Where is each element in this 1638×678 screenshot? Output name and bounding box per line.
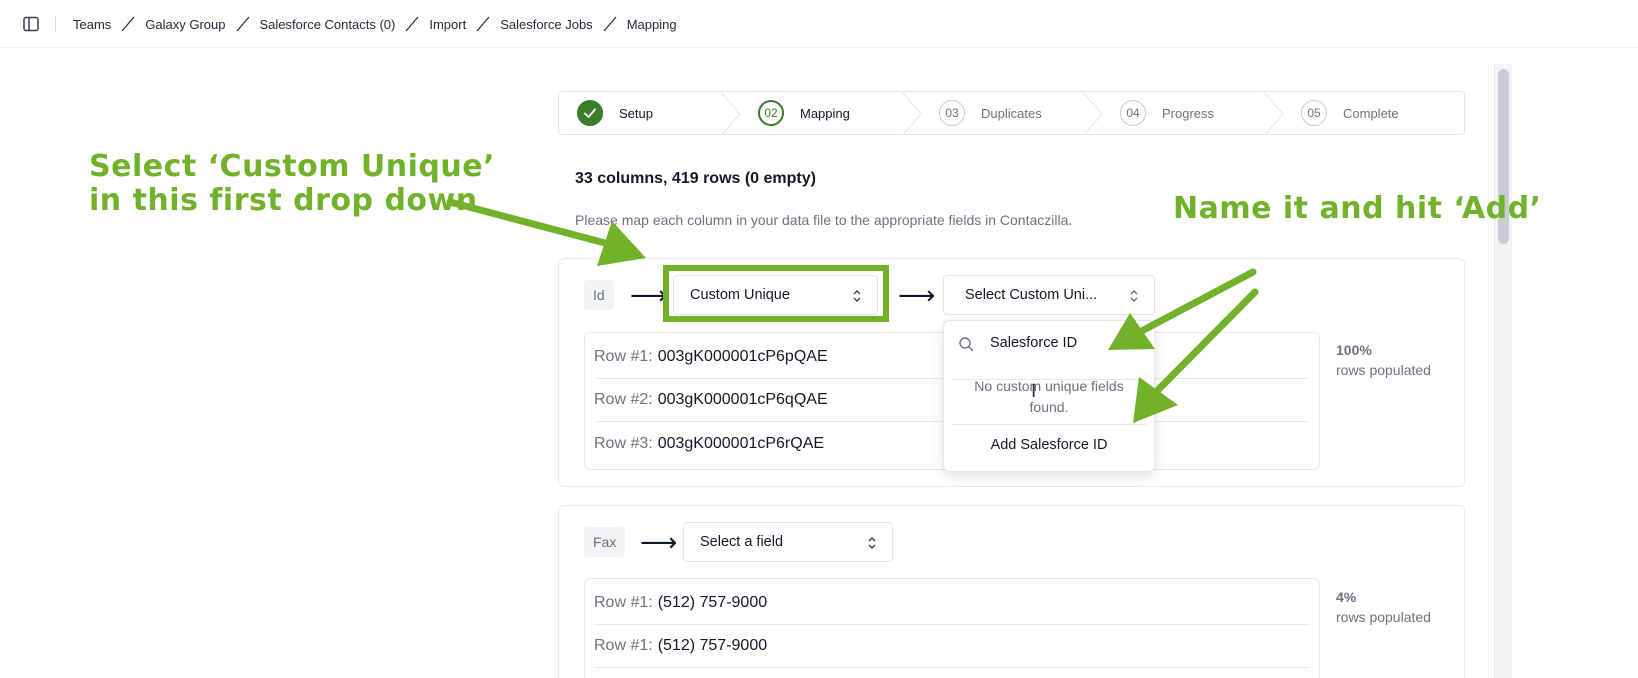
text-cursor-icon: I: [1031, 381, 1037, 402]
breadcrumb-salesforce-contacts[interactable]: Salesforce Contacts (0): [260, 17, 396, 32]
column-name-tag: Fax: [584, 527, 626, 557]
select-value: Select a field: [700, 534, 784, 550]
annotation-left: Select ‘Custom Unique’ in this first dro…: [89, 149, 496, 218]
sample-row: Row #1: (512) 757-9000: [594, 625, 1310, 668]
select-value: Select Custom Uni...: [965, 287, 1098, 303]
empty-message: No custom unique fields found.: [974, 378, 1124, 415]
field-type-select[interactable]: Select a field: [683, 522, 893, 562]
step-mapping[interactable]: 02 Mapping: [740, 92, 922, 134]
arrow-right-icon: ⟶: [640, 527, 678, 557]
step-duplicates[interactable]: 03 Duplicates: [921, 92, 1103, 134]
slash-icon: [466, 14, 500, 34]
import-stepper: Setup 02 Mapping 03 Duplicates 04 Progre…: [558, 91, 1465, 135]
slash-icon: [593, 14, 627, 34]
search-icon: [959, 337, 974, 352]
slash-icon: [395, 14, 429, 34]
top-bar: Teams Galaxy Group Salesforce Contacts (…: [0, 0, 1638, 48]
step-number: 04: [1120, 100, 1146, 126]
annotation-right: Name it and hit ‘Add’: [1173, 191, 1542, 226]
mapping-instructions: Please map each column in your data file…: [575, 212, 1073, 228]
breadcrumb-teams[interactable]: Teams: [73, 17, 111, 32]
chevron-right-icon: [1082, 92, 1103, 134]
divider: [952, 424, 1146, 425]
step-progress[interactable]: 04 Progress: [1102, 92, 1284, 134]
step-number: 02: [758, 100, 784, 126]
chevron-right-icon: [1263, 92, 1284, 134]
step-label: Mapping: [800, 105, 850, 121]
highlight-box: [663, 265, 889, 322]
slash-icon: [111, 14, 145, 34]
column-name-tag: Id: [584, 280, 614, 310]
search-input[interactable]: [990, 329, 1140, 357]
chevron-right-icon: [720, 92, 741, 134]
chevron-up-down-icon: [866, 535, 878, 551]
arrow-right-icon: ⟶: [630, 280, 668, 310]
breadcrumb-mapping: Mapping: [626, 16, 677, 32]
step-label: Complete: [1343, 105, 1399, 121]
custom-unique-dropdown: No custom unique fields found. Add Sales…: [943, 320, 1155, 472]
populated-stat: 4% rows populated: [1336, 589, 1431, 625]
sidebar-toggle-icon[interactable]: [22, 15, 40, 33]
step-label: Setup: [619, 105, 653, 121]
divider: [55, 16, 56, 32]
arrow-right-icon: ⟶: [898, 280, 936, 310]
step-complete[interactable]: 05 Complete: [1283, 92, 1464, 134]
check-icon: [577, 100, 603, 126]
sample-values-box: Row #1: (512) 757-9000 Row #1: (512) 757…: [584, 578, 1320, 678]
sample-row: Row #1: (512) 757-9000: [594, 582, 1310, 625]
breadcrumb-import[interactable]: Import: [429, 17, 466, 32]
populated-stat: 100% rows populated: [1336, 342, 1431, 378]
slash-icon: [226, 14, 260, 34]
breadcrumb-salesforce-jobs[interactable]: Salesforce Jobs: [500, 17, 593, 32]
step-number: 03: [939, 100, 965, 126]
step-label: Progress: [1162, 105, 1215, 121]
chevron-up-down-icon: [1128, 288, 1140, 304]
import-summary: 33 columns, 419 rows (0 empty): [575, 170, 816, 187]
breadcrumb: Teams Galaxy Group Salesforce Contacts (…: [73, 0, 677, 48]
add-custom-field-option[interactable]: Add Salesforce ID: [944, 427, 1154, 463]
step-setup[interactable]: Setup: [559, 92, 741, 134]
custom-unique-select[interactable]: Select Custom Uni...: [943, 275, 1155, 315]
step-number: 05: [1301, 100, 1327, 126]
step-label: Duplicates: [981, 105, 1042, 121]
chevron-right-icon: [901, 92, 922, 134]
breadcrumb-galaxy-group[interactable]: Galaxy Group: [145, 17, 225, 32]
